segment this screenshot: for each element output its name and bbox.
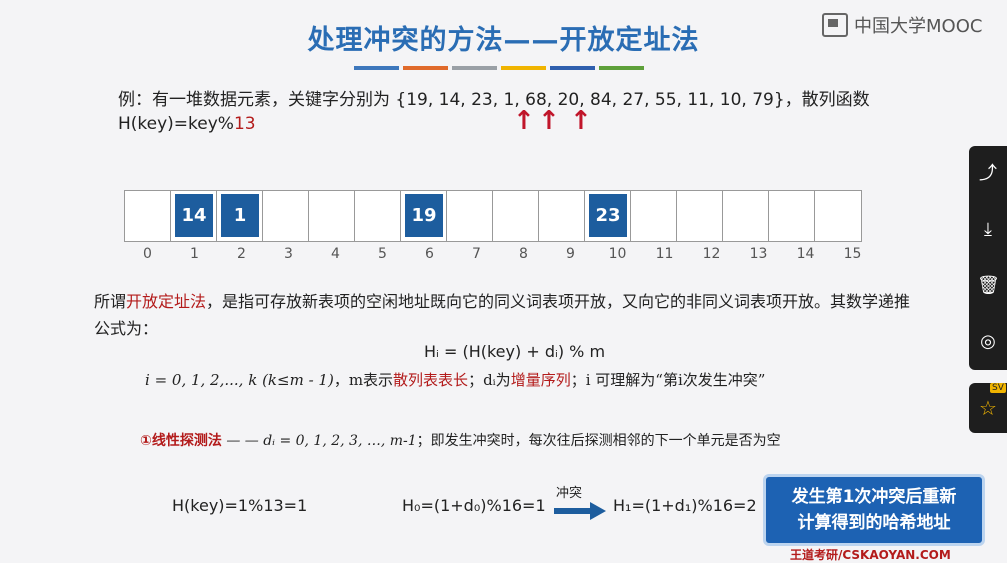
example-line2: H(key)=key%13 bbox=[118, 114, 256, 134]
hash-table-indices: 0 1 2 3 4 5 6 7 8 9 10 11 12 13 14 15 bbox=[124, 246, 876, 262]
table-index: 7 bbox=[472, 246, 481, 262]
table-index: 0 bbox=[143, 246, 152, 262]
table-cell bbox=[815, 191, 861, 241]
table-index: 15 bbox=[843, 246, 862, 262]
table-cell-value: 23 bbox=[589, 194, 627, 237]
table-cell-value: 14 bbox=[175, 194, 213, 237]
conflict-label: 冲突 bbox=[556, 486, 583, 501]
share-icon[interactable]: ⤴ bbox=[977, 163, 999, 185]
table-cell: 23 bbox=[585, 191, 631, 241]
equation-h1: H₁=(1+d₁)%16=2 bbox=[613, 496, 757, 515]
table-index: 3 bbox=[284, 246, 293, 262]
table-cell bbox=[355, 191, 401, 241]
color-bar bbox=[403, 66, 448, 70]
table-cell bbox=[723, 191, 769, 241]
example-line1: 例：有一堆数据元素，关键字分别为 {19, 14, 23, 1, 68, 20,… bbox=[118, 90, 870, 110]
table-cell: 14 bbox=[171, 191, 217, 241]
formula-hi: Hᵢ = (H(key) + dᵢ) % m bbox=[424, 342, 606, 361]
table-index: 4 bbox=[331, 246, 340, 262]
color-bar bbox=[501, 66, 546, 70]
table-index: 6 bbox=[425, 246, 434, 262]
delete-icon[interactable]: 🗑 bbox=[977, 275, 1000, 297]
table-index: 8 bbox=[519, 246, 528, 262]
table-cell bbox=[447, 191, 493, 241]
table-cell bbox=[677, 191, 723, 241]
modulus: 13 bbox=[233, 114, 256, 134]
side-toolbar: ⤴ ⤓ 🗑 ◎ bbox=[969, 146, 1007, 370]
table-index: 5 bbox=[378, 246, 387, 262]
view-icon[interactable]: ◎ bbox=[977, 331, 999, 353]
table-index: 12 bbox=[702, 246, 721, 262]
callout-box: 发生第1次冲突后重新 计算得到的哈希地址 bbox=[763, 474, 985, 546]
arrow-up-icon: ↑ bbox=[513, 106, 535, 136]
table-cell bbox=[263, 191, 309, 241]
description-paragraph: 所谓开放定址法，是指可存放新表项的空闲地址既向它的同义词表项开放，又向它的非同义… bbox=[94, 292, 911, 338]
right-arrow-icon bbox=[554, 502, 606, 520]
table-cell bbox=[125, 191, 171, 241]
arrow-up-icon: ↑ bbox=[538, 106, 560, 136]
table-index: 14 bbox=[796, 246, 815, 262]
table-cell-value: 1 bbox=[221, 194, 259, 237]
linear-probing-label: ①线性探测法 bbox=[140, 433, 222, 449]
linear-probing-line: ①线性探测法 — — dᵢ = 0, 1, 2, 3, …, m-1；即发生冲突… bbox=[140, 433, 781, 449]
table-index: 11 bbox=[655, 246, 674, 262]
hash-table: 14 1 19 23 bbox=[124, 190, 862, 242]
table-cell: 19 bbox=[401, 191, 447, 241]
color-bar bbox=[452, 66, 497, 70]
table-cell bbox=[631, 191, 677, 241]
equation-hkey: H(key)=1%13=1 bbox=[172, 496, 308, 515]
mooc-logo: 中国大学MOOC bbox=[822, 12, 982, 38]
color-bars bbox=[354, 66, 644, 70]
sv-badge: SV bbox=[990, 383, 1006, 393]
mooc-logo-icon bbox=[822, 13, 848, 37]
table-index: 2 bbox=[237, 246, 246, 262]
table-index: 13 bbox=[749, 246, 768, 262]
table-index: 9 bbox=[566, 246, 575, 262]
logo-text: 中国大学MOOC bbox=[854, 16, 983, 37]
table-index: 1 bbox=[190, 246, 199, 262]
color-bar bbox=[354, 66, 399, 70]
color-bar bbox=[550, 66, 595, 70]
equation-h0: H₀=(1+d₀)%16=1 bbox=[402, 496, 546, 515]
table-cell bbox=[769, 191, 815, 241]
arrow-up-icon: ↑ bbox=[570, 106, 592, 136]
table-index: 10 bbox=[608, 246, 627, 262]
table-cell bbox=[539, 191, 585, 241]
table-cell bbox=[493, 191, 539, 241]
download-icon[interactable]: ⤓ bbox=[977, 219, 999, 241]
example-text: 例：有一堆数据元素，关键字分别为 {19, 14, 23, 1, 68, 20,… bbox=[118, 88, 870, 136]
pin-icon: ☆ bbox=[979, 396, 997, 420]
table-cell: 1 bbox=[217, 191, 263, 241]
footer-watermark: 王道考研/CSKAOYAN.COM bbox=[790, 548, 951, 562]
table-cell bbox=[309, 191, 355, 241]
term-open-addressing: 开放定址法 bbox=[126, 292, 207, 311]
formula-params: i = 0, 1, 2,..., k (k≤m - 1)，m表示散列表表长；dᵢ… bbox=[145, 371, 766, 389]
table-cell-value: 19 bbox=[405, 194, 443, 237]
color-bar bbox=[599, 66, 644, 70]
